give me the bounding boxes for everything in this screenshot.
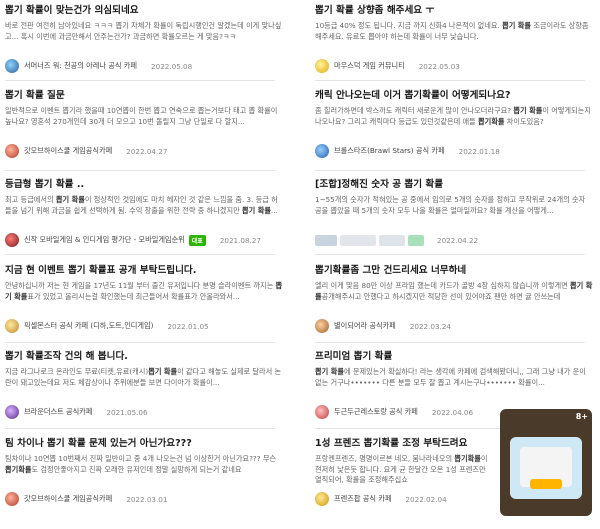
post-title[interactable]: 뽑기 확률 질문 — [5, 89, 65, 102]
thumbnail-tag: 8+ — [575, 412, 588, 421]
post-meta: 브롤스타즈(Brawl Stars) 공식 카페 2022.01.18 — [315, 143, 500, 159]
thumbnail-button-graphic — [530, 479, 562, 489]
divider — [315, 170, 585, 171]
post-title[interactable]: 뽑기 확률이 맞는건가 의심되네요 — [5, 4, 139, 17]
post-date: 2022.02.04 — [405, 494, 447, 504]
blurred-author — [379, 234, 405, 246]
list-item[interactable]: 캐릭 안나오는데 이거 뽑기확률이 어떻게되나요? 좀 힐러가하면데 박스까도 … — [310, 89, 600, 173]
list-item[interactable]: [조합]정해진 숫자 공 뽑기 확률 1~55개의 숫자가 적혀있는 공 중에서… — [310, 178, 600, 262]
divider — [5, 170, 275, 171]
post-snippet: 팀차이나 10연뽑 10번째서 진짜 일반이고 중 4개 나오는건 넘 이상한거… — [5, 454, 277, 474]
post-meta: 갓오브하이스쿨 게임공식카페 2022.03.01 — [5, 491, 167, 507]
post-date: 2021.05.06 — [106, 407, 148, 417]
list-item[interactable]: 지금 현 이벤트 뽑기 확률표 공개 부탁드립니다. 안녕하십니까 저는 현 게… — [0, 264, 290, 348]
post-date: 2022.01.18 — [458, 146, 500, 156]
blurred-author — [340, 234, 376, 246]
list-item[interactable]: 뽑기 확률이 맞는건가 의심되네요 바로 전판 여전히 남아있네요 ㅋㅋㅋ 뽑기… — [0, 4, 290, 88]
list-item[interactable]: 뽑기 확률 상향좀 해주세요 ㅜ 10등급 40% 정도 됩니다. 지금 까지 … — [310, 4, 600, 88]
post-snippet: 10등급 40% 정도 됩니다. 지금 까지 신화4 나온적이 없네요. 뽑기 … — [315, 21, 589, 41]
cafe-name[interactable]: 서머너즈 워: 천공의 아레나 공식 카페 — [24, 61, 137, 71]
divider — [5, 80, 275, 81]
post-title[interactable]: 캐릭 안나오는데 이거 뽑기확률이 어떻게되나요? — [315, 89, 510, 102]
post-meta: 두근두근레스토랑 공식 카페 2022.04.06 — [315, 404, 473, 420]
post-snippet: 안녕하십니까 저는 현 게임을 17년도 11월 부터 즐긴 유저입니다 분명 … — [5, 281, 283, 301]
post-snippet: 1~55개의 숫자가 적혀있는 공 중에서 임의로 5개의 숫자를 정하고 무작… — [315, 195, 586, 215]
post-date: 2022.04.22 — [437, 235, 479, 245]
blurred-author — [408, 234, 424, 246]
cafe-avatar[interactable] — [315, 492, 329, 506]
divider — [315, 254, 585, 255]
divider — [5, 428, 275, 429]
cafe-name[interactable]: 브라운더스트 공식카페 — [24, 407, 92, 417]
post-snippet: 뽑기 확률에 문제있는거 확실하다! 라는 생각에 카페에 검색해봤더니,, 그… — [315, 367, 586, 387]
cafe-name[interactable]: 두근두근레스토랑 공식 카페 — [334, 407, 418, 417]
post-meta: 별이되어라 공식카페 2022.03.24 — [315, 318, 451, 334]
cafe-avatar[interactable] — [5, 492, 19, 506]
cafe-name[interactable]: 갓오브하이스쿨 게임공식카페 — [24, 494, 112, 504]
post-thumbnail[interactable]: 8+ — [500, 409, 592, 516]
cafe-name[interactable]: 프렌즈팝 공식 카페 — [334, 494, 391, 504]
post-date: 2022.03.01 — [126, 494, 168, 504]
post-title[interactable]: 1성 프렌즈 뽑기확률 조정 부탁드려요 — [315, 437, 467, 450]
divider — [315, 80, 585, 81]
post-snippet: 프랑켄프렌즈, 명명이르본 네오, 뭄나라네오의 뽑기확률이 현저히 낮은듯 합… — [315, 454, 488, 485]
cafe-name[interactable]: 픽셀몬스터 공식 카페 (디하,도트,인디게임) — [24, 321, 153, 331]
cafe-name[interactable]: 마우스덕 게임 커뮤니티 — [334, 61, 405, 71]
post-title[interactable]: 뽑기 확률 상향좀 해주세요 ㅜ — [315, 4, 434, 17]
cafe-avatar[interactable] — [315, 59, 329, 73]
post-title[interactable]: 팀 차이나 뽑기 확률 문제 있는거 아닌가요??? — [5, 437, 192, 450]
post-date: 2022.05.08 — [151, 61, 193, 71]
post-date: 2022.04.06 — [431, 407, 474, 417]
search-results: 뽑기 확률이 맞는건가 의심되네요 바로 전판 여전히 남아있네요 ㅋㅋㅋ 뽑기… — [0, 0, 600, 529]
post-date: 2022.01.05 — [167, 321, 209, 331]
cafe-avatar[interactable] — [5, 59, 19, 73]
list-item[interactable]: 뽑기확률좀 그만 건드리세요 너무하네 엘리 이게 맞음 80만 이상 프라임 … — [310, 264, 600, 348]
cafe-name[interactable]: 브롤스타즈(Brawl Stars) 공식 카페 — [334, 146, 445, 156]
post-title[interactable]: 뽑기확률좀 그만 건드리세요 너무하네 — [315, 264, 466, 277]
cafe-avatar[interactable] — [5, 233, 19, 247]
post-title[interactable]: 등급형 뽑기 확률 .. — [5, 178, 84, 191]
post-title[interactable]: 지금 현 이벤트 뽑기 확률표 공개 부탁드립니다. — [5, 264, 196, 277]
post-date: 2022.05.03 — [418, 61, 460, 71]
cafe-avatar[interactable] — [5, 319, 19, 333]
divider — [5, 342, 275, 343]
post-meta: 신작 모바일게임 & 인디게임 평가단 - 모바일게임순위 대표 2021.08… — [5, 232, 261, 248]
divider — [5, 254, 275, 255]
list-item[interactable]: 팀 차이나 뽑기 확률 문제 있는거 아닌가요??? 팀차이나 10연뽑 10번… — [0, 437, 290, 521]
cafe-name[interactable]: 신작 모바일게임 & 인디게임 평가단 - 모바일게임순위 — [24, 235, 185, 245]
cafe-avatar[interactable] — [315, 144, 329, 158]
post-meta: 2022.04.22 — [315, 232, 478, 248]
post-title[interactable]: 프리미엄 뽑기 확률 — [315, 350, 392, 363]
post-snippet: 일반적으로 이벤트 뽑기라 했을때 10연뽑이 한번 뽑고 연속으로 뽑는거보다… — [5, 106, 278, 126]
post-meta: 프렌즈팝 공식 카페 2022.02.04 — [315, 491, 447, 507]
cafe-name[interactable]: 갓오브하이스쿨 게임공식카페 — [24, 146, 112, 156]
post-snippet: 바로 전판 여전히 남아있네요 ㅋㅋㅋ 뽑기 자체가 확률이 독립시행인건 알겠… — [5, 21, 282, 41]
post-meta: 마우스덕 게임 커뮤니티 2022.05.03 — [315, 58, 460, 74]
post-title[interactable]: [조합]정해진 숫자 공 뽑기 확률 — [315, 178, 443, 191]
post-snippet: 지금 라그나로크 온라인도 무료(티켓,유료(캐시)뽑기 확률이 같다고 해놓도… — [5, 367, 282, 387]
post-snippet: 최고 등급에서의 뽑기 확률이 정상적인 것임에도 마치 헤자인 것 같은 느낌… — [5, 195, 278, 215]
cafe-avatar[interactable] — [315, 405, 329, 419]
post-date: 2022.03.24 — [409, 321, 451, 331]
list-item[interactable]: 등급형 뽑기 확률 .. 최고 등급에서의 뽑기 확률이 정상적인 것임에도 마… — [0, 178, 290, 262]
cafe-name[interactable]: 별이되어라 공식카페 — [334, 321, 396, 331]
list-item[interactable]: 1성 프렌즈 뽑기확률 조정 부탁드려요 프랑켄프렌즈, 명명이르본 네오, 뭄… — [310, 437, 492, 521]
cafe-avatar[interactable] — [315, 319, 329, 333]
post-meta: 갓오브하이스쿨 게임공식카페 2022.04.27 — [5, 143, 167, 159]
post-title[interactable]: 뽑기 확률조작 건의 해 봅니다. — [5, 350, 128, 363]
post-snippet: 좀 힐러가하면데 박스까도 캐릭터 새로운게 많이 안나오더라구요? 뽑기 확률… — [315, 106, 591, 126]
post-date: 2021.08.27 — [219, 235, 261, 245]
cafe-avatar[interactable] — [5, 144, 19, 158]
post-meta: 서머너즈 워: 천공의 아레나 공식 카페 2022.05.08 — [5, 58, 192, 74]
blurred-author — [315, 234, 337, 246]
post-snippet: 엘리 이게 맞음 80만 이상 프라임 했는데 카드가 골방 4장 심하지 않습… — [315, 281, 593, 301]
post-meta: 픽셀몬스터 공식 카페 (디하,도트,인디게임) 2022.01.05 — [5, 318, 209, 334]
list-item[interactable]: 뽑기 확률조작 건의 해 봅니다. 지금 라그나로크 온라인도 무료(티켓,유료… — [0, 350, 290, 434]
post-date: 2022.04.27 — [126, 146, 168, 156]
divider — [315, 342, 585, 343]
list-item[interactable]: 뽑기 확률 질문 일반적으로 이벤트 뽑기라 했을때 10연뽑이 한번 뽑고 연… — [0, 89, 290, 173]
cafe-badge: 대표 — [188, 234, 206, 246]
cafe-avatar[interactable] — [5, 405, 19, 419]
post-meta: 브라운더스트 공식카페 2021.05.06 — [5, 404, 148, 420]
